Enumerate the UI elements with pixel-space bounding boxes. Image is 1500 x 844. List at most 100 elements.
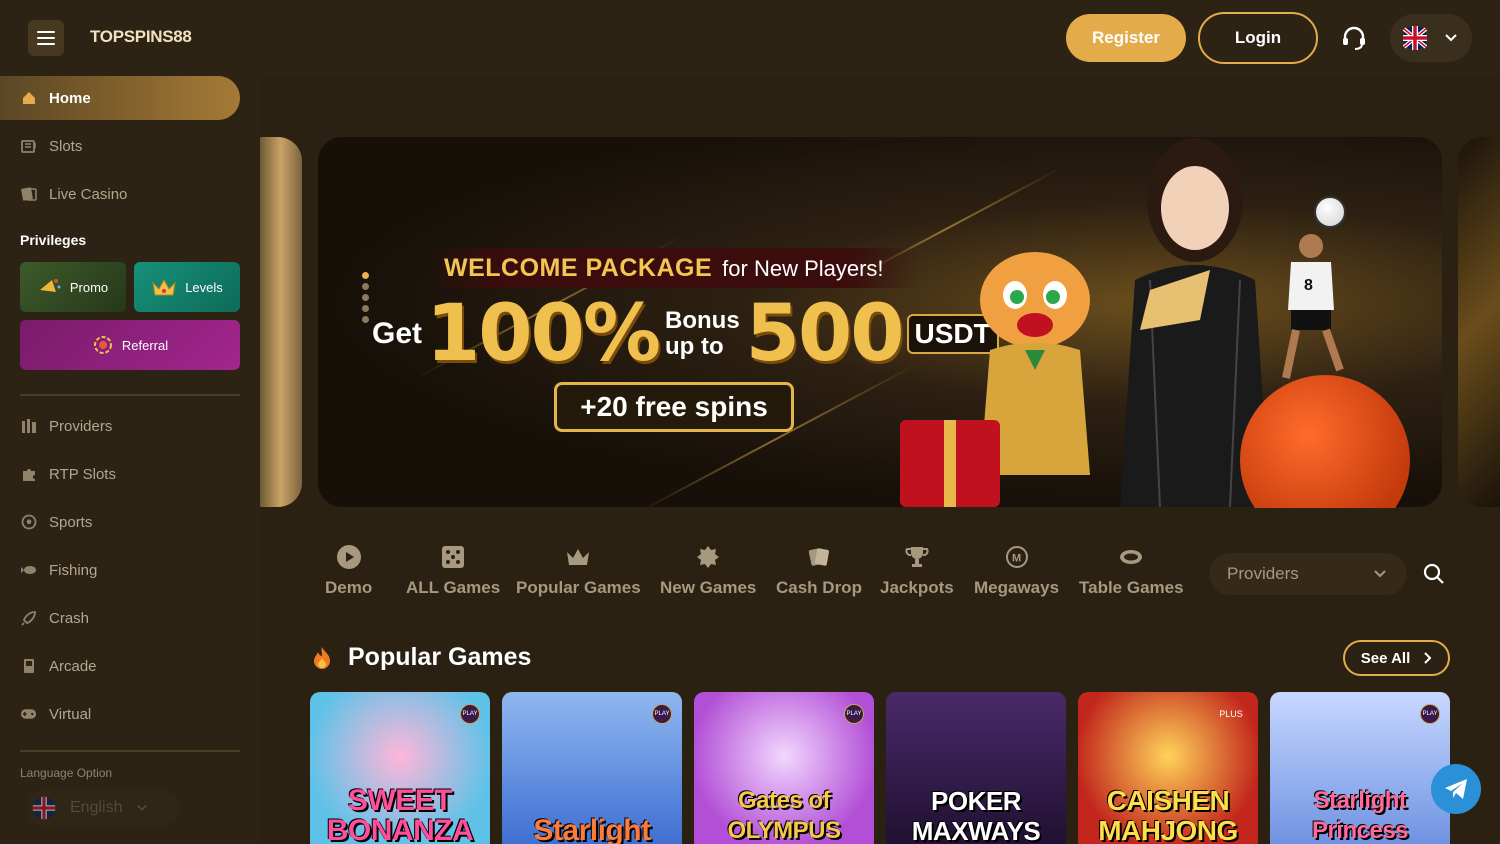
sidebar-item-label: Providers	[49, 417, 113, 435]
provider-badge: PLAY	[844, 704, 864, 724]
offer-get: Get	[372, 317, 423, 350]
home-icon	[20, 90, 37, 107]
game-title: Gates of OLYMPUS	[727, 787, 841, 844]
popular-games-title: Popular Games	[348, 643, 532, 671]
language-option-value: English	[70, 799, 123, 816]
provider-badge: PLAY	[460, 704, 480, 724]
chevron-down-icon	[137, 804, 148, 811]
soccer-ball-icon	[20, 514, 37, 531]
privileges-heading: Privileges	[20, 232, 87, 248]
category-label: Table Games	[1079, 578, 1184, 597]
sidebar-item-crash[interactable]: Crash	[0, 596, 240, 640]
search-icon[interactable]	[1422, 562, 1446, 586]
sidebar-item-label: RTP Slots	[49, 465, 116, 483]
offer-bonus: Bonus	[665, 307, 740, 334]
offer-amount: 500	[745, 289, 905, 379]
puzzle-icon	[20, 466, 37, 483]
language-dropdown[interactable]	[1390, 14, 1472, 62]
category-label: ALL Games	[406, 578, 501, 597]
new-badge-icon	[695, 544, 721, 570]
category-popular-games[interactable]: Popular Games	[516, 544, 641, 598]
provider-badge: PLAY	[1420, 704, 1440, 724]
fish-icon	[20, 562, 37, 579]
megaways-icon: M	[1004, 544, 1030, 570]
hamburger-menu-button[interactable]	[28, 20, 64, 56]
uk-flag-icon	[1402, 26, 1428, 50]
login-button[interactable]: Login	[1198, 12, 1318, 64]
banner-offer: Get 100% Bonus up to 500 USDT	[372, 289, 999, 379]
carousel-dots[interactable]	[362, 272, 369, 323]
category-label: Megaways	[974, 578, 1060, 597]
category-jackpots[interactable]: Jackpots	[880, 544, 954, 598]
chevron-right-icon	[1424, 652, 1432, 664]
game-card-starlight[interactable]: PLAY Starlight	[502, 692, 682, 844]
category-demo[interactable]: Demo	[325, 544, 372, 598]
category-table-games[interactable]: Table Games	[1079, 544, 1184, 598]
providers-dropdown[interactable]: Providers	[1209, 553, 1407, 595]
register-button[interactable]: Register	[1066, 14, 1186, 62]
offer-up-to: up to	[665, 333, 724, 360]
sidebar-item-fishing[interactable]: Fishing	[0, 548, 240, 592]
telegram-chat-button[interactable]	[1431, 764, 1481, 814]
banner-next-slide[interactable]	[1458, 137, 1500, 507]
sidebar-item-sports[interactable]: Sports	[0, 500, 240, 544]
trophy-icon	[904, 544, 930, 570]
svg-text:M: M	[1012, 553, 1021, 565]
sidebar-divider	[20, 750, 240, 752]
player-number: 8	[1304, 277, 1313, 294]
headset-icon[interactable]	[1340, 24, 1368, 52]
welcome-package-text: WELCOME PACKAGE	[444, 254, 713, 282]
category-all-games[interactable]: ALL Games	[406, 544, 500, 598]
language-option-heading: Language Option	[20, 766, 113, 780]
chevron-down-icon	[1374, 570, 1386, 578]
provider-badge: PLAY	[652, 704, 672, 724]
game-title: Starlight Princess	[1311, 787, 1409, 844]
sidebar-divider	[20, 394, 240, 396]
fire-icon	[314, 646, 330, 669]
sidebar-item-label: Live Casino	[49, 185, 128, 203]
game-title: Starlight	[533, 814, 651, 844]
providers-icon	[20, 418, 37, 435]
game-card-caishen-mahjong[interactable]: PLUS CAISHEN MAHJONG	[1078, 692, 1258, 844]
referral-label: Referral	[121, 337, 169, 353]
play-circle-icon	[336, 544, 362, 570]
sidebar-item-live-casino[interactable]: Live Casino	[0, 172, 240, 216]
sidebar-item-label: Crash	[49, 609, 90, 627]
sidebar-item-providers[interactable]: Providers	[0, 404, 240, 448]
promo-tile[interactable]: Promo	[20, 262, 126, 312]
sidebar-item-virtual[interactable]: Virtual	[0, 692, 240, 736]
slots-icon	[20, 138, 37, 155]
sidebar-item-rtp-slots[interactable]: RTP Slots	[0, 452, 240, 496]
game-card-starlight-princess[interactable]: PLAY Starlight Princess	[1270, 692, 1450, 844]
sidebar-item-home[interactable]: Home	[0, 76, 240, 120]
sidebar-item-label: Fishing	[49, 561, 98, 579]
free-spins-label: +20 free spins	[554, 382, 794, 432]
gift-box-illustration	[900, 420, 1000, 507]
game-card-poker-maxways[interactable]: POKER MAXWAYS	[886, 692, 1066, 844]
category-label: Popular Games	[516, 578, 641, 597]
category-new-games[interactable]: New Games	[660, 544, 756, 598]
see-all-label: See All	[1360, 649, 1411, 667]
game-card-sweet-bonanza[interactable]: PLAY SWEET BONANZA	[310, 692, 490, 844]
banner-prev-slide[interactable]	[260, 137, 302, 507]
sidebar-item-slots[interactable]: Slots	[0, 124, 240, 168]
language-option-select[interactable]: English	[26, 790, 180, 826]
category-cash-drop[interactable]: Cash Drop	[776, 544, 862, 598]
levels-tile[interactable]: Levels	[134, 262, 240, 312]
popular-games-heading: Popular Games	[312, 643, 531, 672]
sidebar-item-label: Arcade	[49, 657, 97, 675]
site-logo[interactable]: TOPSPINS88	[90, 27, 192, 47]
category-megaways[interactable]: M Megaways	[974, 544, 1059, 598]
sidebar-item-label: Sports	[49, 513, 93, 531]
sidebar-item-label: Slots	[49, 137, 83, 155]
category-label: Jackpots	[880, 578, 954, 597]
sidebar-item-arcade[interactable]: Arcade	[0, 644, 240, 688]
see-all-button[interactable]: See All	[1343, 640, 1450, 676]
table-icon	[1118, 544, 1144, 570]
sidebar-item-label: Home	[49, 89, 91, 107]
for-new-players-text: for New Players!	[722, 256, 884, 281]
referral-tile[interactable]: Referral	[20, 320, 240, 370]
banner-welcome-heading: WELCOME PACKAGE for New Players!	[428, 248, 918, 288]
offer-bonus-up-to: Bonus up to	[665, 308, 740, 360]
game-card-gates-of-olympus[interactable]: PLAY Gates of OLYMPUS	[694, 692, 874, 844]
